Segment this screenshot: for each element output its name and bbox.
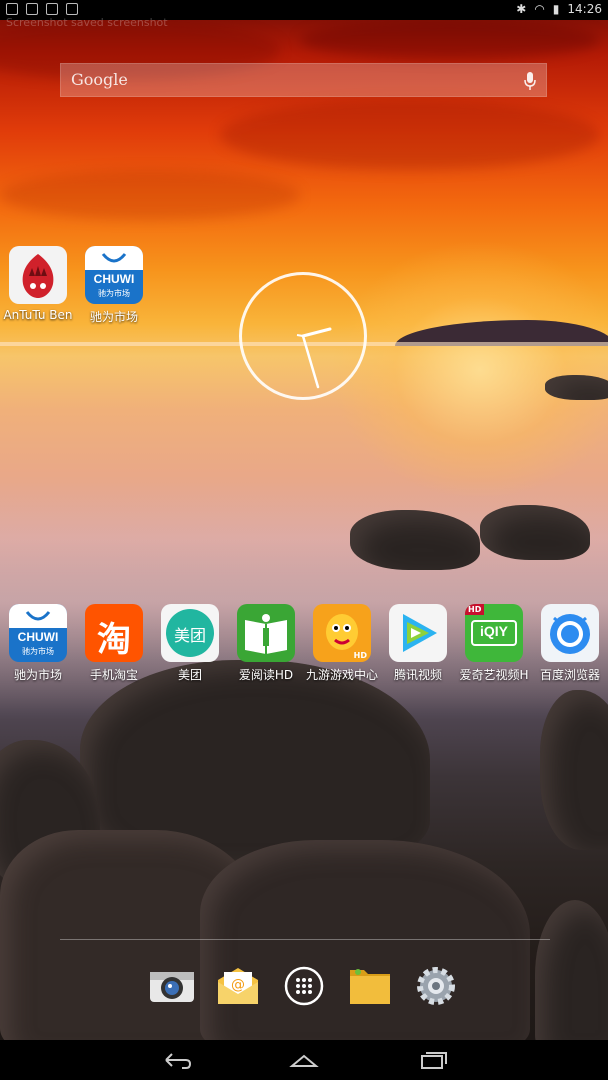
- baidu-browser-icon: [541, 604, 599, 662]
- status-time: 14:26: [567, 2, 602, 16]
- bluetooth-icon: ✱: [516, 2, 527, 16]
- app-label: 爱奇艺视频H: [459, 668, 529, 682]
- chuwi-icon: CHUWI 驰为市场: [9, 604, 67, 662]
- image-icon: [26, 3, 38, 15]
- clock-minute-hand: [301, 334, 320, 389]
- dock-divider: [60, 939, 550, 940]
- back-icon[interactable]: [156, 1048, 196, 1072]
- chuwi-icon: CHUWI 驰为市场: [85, 246, 143, 304]
- svg-text:@: @: [231, 977, 245, 993]
- app-label: 百度浏览器: [539, 668, 600, 682]
- analog-clock-widget[interactable]: [239, 272, 367, 400]
- meituan-icon: 美团: [161, 604, 219, 662]
- wallpaper: [0, 0, 608, 1080]
- app-baidu-browser[interactable]: 百度浏览器: [534, 604, 606, 683]
- battery-icon: ▮: [552, 2, 560, 16]
- screenshot-icon: [66, 3, 78, 15]
- notification-ghost-text: Screenshot saved screenshot: [6, 16, 168, 29]
- iqiyi-icon: HD iQIY: [465, 604, 523, 662]
- recent-apps-icon[interactable]: [414, 1048, 454, 1072]
- email-icon[interactable]: @: [214, 962, 262, 1010]
- app-label: 驰为市场: [13, 668, 62, 682]
- download-icon: [6, 3, 18, 15]
- app-meituan[interactable]: 美团 美团: [154, 604, 226, 683]
- download-icon: [46, 3, 58, 15]
- 9game-icon: HD: [313, 604, 371, 662]
- app-ireader[interactable]: 爱阅读HD: [230, 604, 302, 683]
- clock-tail: [296, 334, 304, 337]
- navigation-bar: [0, 1040, 608, 1080]
- app-label: 九游游戏中心: [306, 668, 378, 682]
- app-drawer-icon[interactable]: [280, 962, 328, 1010]
- google-logo: Google: [71, 70, 128, 89]
- app-taobao[interactable]: 淘 手机淘宝: [78, 604, 150, 683]
- app-iqiyi[interactable]: HD iQIY 爱奇艺视频H: [458, 604, 530, 683]
- app-label: 爱阅读HD: [238, 668, 294, 682]
- app-label: 美团: [177, 668, 202, 682]
- app-label: 腾讯视频: [393, 668, 442, 682]
- taobao-icon: 淘: [85, 604, 143, 662]
- app-chuwi-market-2[interactable]: CHUWI 驰为市场 驰为市场: [2, 604, 74, 683]
- ireader-icon: [237, 604, 295, 662]
- settings-icon[interactable]: [412, 962, 460, 1010]
- app-label: AnTuTu Ben: [3, 308, 73, 322]
- app-chuwi-market[interactable]: CHUWI 驰为市场 驰为市场: [78, 246, 150, 325]
- tencent-video-icon: [389, 604, 447, 662]
- google-search-bar[interactable]: Google: [60, 63, 547, 97]
- camera-icon[interactable]: [148, 962, 196, 1010]
- file-manager-icon[interactable]: [346, 962, 394, 1010]
- microphone-icon[interactable]: [524, 72, 536, 90]
- antutu-icon: [9, 246, 67, 304]
- clock-hour-hand: [301, 327, 332, 338]
- app-label: 手机淘宝: [89, 668, 138, 682]
- app-label: 驰为市场: [89, 310, 138, 324]
- home-icon[interactable]: [284, 1048, 324, 1072]
- app-9game[interactable]: HD 九游游戏中心: [306, 604, 378, 683]
- app-antutu[interactable]: AnTuTu Ben: [2, 246, 74, 322]
- app-tencent-video[interactable]: 腾讯视频: [382, 604, 454, 683]
- wifi-icon: ◠: [534, 2, 545, 16]
